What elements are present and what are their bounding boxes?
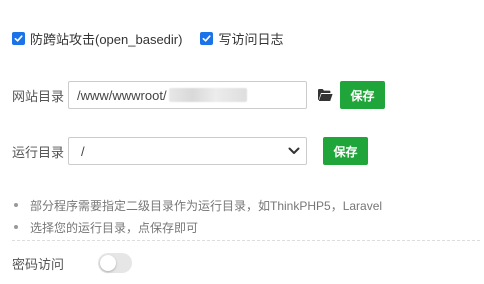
bullet (14, 225, 18, 229)
run-dir-save-button[interactable]: 保存 (323, 137, 368, 165)
site-dir-label: 网站目录 (12, 88, 65, 104)
tip-text: 选择您的运行目录，点保存即可 (30, 220, 199, 235)
run-dir-label: 运行目录 (12, 144, 65, 160)
tips-list: 部分程序需要指定二级目录作为运行目录，如ThinkPHP5，Laravel 选择… (12, 194, 482, 238)
access-log-label: 写访问日志 (218, 31, 284, 47)
site-dir-input[interactable]: /www/wwwroot/ (68, 81, 307, 109)
folder-open-icon[interactable] (317, 88, 333, 102)
password-access-row: 密码访问 (12, 252, 132, 274)
access-log-checkbox[interactable] (200, 31, 214, 45)
anti-cross-site-checkbox[interactable] (12, 31, 25, 45)
site-dir-save-button[interactable]: 保存 (340, 81, 385, 109)
options-row: 防跨站攻击(open_basedir) 写访问日志 (12, 28, 301, 48)
anti-cross-site-label: 防跨站攻击(open_basedir) (30, 31, 183, 47)
access-log-option[interactable]: 写访问日志 (200, 29, 283, 48)
site-dir-value: /www/wwwroot/ (77, 87, 167, 103)
anti-cross-site-option[interactable]: 防跨站攻击(open_basedir) (12, 29, 182, 48)
bullet (14, 203, 18, 207)
redacted-path (168, 88, 247, 102)
run-dir-row: 运行目录 / 保存 (12, 136, 368, 166)
password-access-label: 密码访问 (12, 256, 65, 272)
check-icon (14, 34, 23, 42)
tip-text: 部分程序需要指定二级目录作为运行目录，如ThinkPHP5，Laravel (30, 198, 383, 213)
list-item: 选择您的运行目录，点保存即可 (12, 216, 482, 238)
divider (12, 240, 480, 241)
list-item: 部分程序需要指定二级目录作为运行目录，如ThinkPHP5，Laravel (12, 194, 482, 216)
site-dir-row: 网站目录 /www/wwwroot/ 保存 (12, 80, 385, 110)
check-icon (202, 34, 212, 42)
toggle-knob (100, 255, 116, 271)
run-dir-select[interactable]: / (68, 137, 307, 165)
run-dir-selected: / (81, 143, 85, 159)
chevron-down-icon (288, 147, 300, 154)
password-access-toggle[interactable] (98, 253, 132, 273)
